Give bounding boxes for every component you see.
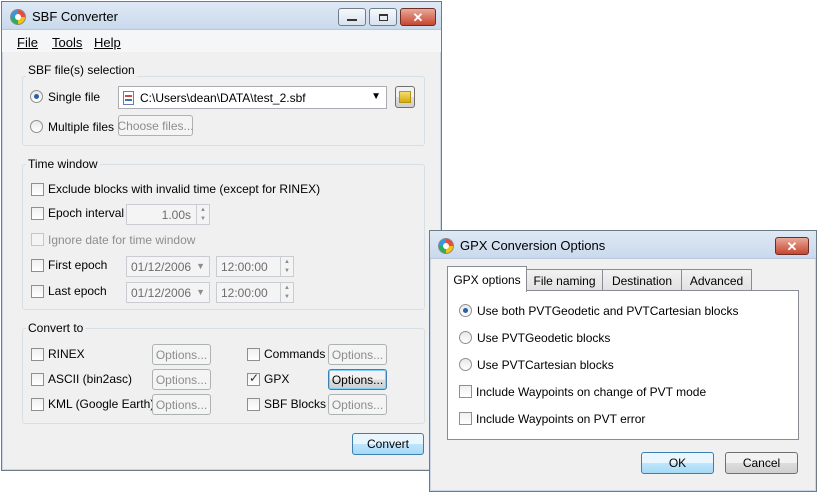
kml-options-button[interactable]: Options... — [152, 394, 211, 415]
minimize-button[interactable] — [338, 8, 366, 26]
waypoints-pvt-error-label[interactable]: Include Waypoints on PVT error — [476, 412, 645, 426]
browse-button[interactable] — [395, 86, 415, 108]
menu-tools[interactable]: Tools — [52, 35, 82, 50]
close-icon: ✕ — [786, 238, 798, 254]
chevron-down-icon: ▼ — [371, 91, 381, 102]
menu-file[interactable]: File — [17, 35, 38, 50]
last-epoch-date-value: 01/12/2006 — [131, 285, 192, 300]
kml-checkbox[interactable] — [31, 398, 44, 411]
maximize-icon — [378, 13, 388, 21]
epoch-interval-label[interactable]: Epoch interval — [48, 206, 124, 220]
menu-help[interactable]: Help — [94, 35, 121, 50]
window-title: SBF Converter — [32, 9, 118, 24]
use-both-blocks-label[interactable]: Use both PVTGeodetic and PVTCartesian bl… — [477, 304, 738, 318]
use-cartesian-radio[interactable] — [459, 358, 472, 371]
exclude-invalid-time-checkbox[interactable] — [31, 183, 44, 196]
exclude-invalid-time-label[interactable]: Exclude blocks with invalid time (except… — [48, 182, 320, 196]
use-both-blocks-radio[interactable] — [459, 304, 472, 317]
dialog-title: GPX Conversion Options — [460, 238, 606, 253]
ignore-date-checkbox[interactable] — [31, 233, 44, 246]
close-button[interactable]: ✕ — [400, 8, 436, 26]
tab-advanced-label: Advanced — [689, 273, 744, 288]
sbf-blocks-options-button[interactable]: Options... — [328, 394, 387, 415]
gpx-label[interactable]: GPX — [264, 372, 289, 386]
sbf-blocks-checkbox[interactable] — [247, 398, 260, 411]
single-file-radio[interactable] — [30, 90, 43, 103]
multiple-files-radio[interactable] — [30, 120, 43, 133]
menu-bar: File Tools Help — [2, 30, 441, 52]
last-epoch-time-spinbox[interactable]: 12:00:00 ▲ ▼ — [216, 282, 294, 303]
file-path-combobox[interactable]: C:\Users\dean\DATA\test_2.sbf ▼ — [118, 86, 387, 109]
sbf-blocks-label[interactable]: SBF Blocks — [264, 397, 326, 411]
tab-destination-label: Destination — [611, 273, 673, 288]
sbf-file-icon — [123, 90, 134, 105]
first-epoch-time-value: 12:00:00 — [221, 259, 268, 274]
commands-options-button[interactable]: Options... — [328, 344, 387, 365]
dialog-close-button[interactable]: ✕ — [775, 237, 809, 255]
rinex-checkbox[interactable] — [31, 348, 44, 361]
last-epoch-checkbox[interactable] — [31, 285, 44, 298]
rinex-label[interactable]: RINEX — [48, 347, 85, 361]
last-epoch-date-picker[interactable]: 01/12/2006 ▼ — [126, 282, 210, 303]
gpx-options-button[interactable]: Options... — [328, 369, 387, 390]
sbf-selection-group-label: SBF file(s) selection — [26, 63, 137, 77]
title-bar[interactable]: SBF Converter ✕ — [2, 2, 441, 30]
spin-arrows-icon: ▲ ▼ — [280, 257, 293, 276]
single-file-label[interactable]: Single file — [48, 90, 100, 104]
ascii-checkbox[interactable] — [31, 373, 44, 386]
tab-gpx-options-label: GPX options — [453, 272, 521, 287]
epoch-interval-value: 1.00s — [161, 207, 191, 222]
ascii-options-button[interactable]: Options... — [152, 369, 211, 390]
first-epoch-date-picker[interactable]: 01/12/2006 ▼ — [126, 256, 210, 277]
folder-icon — [399, 91, 411, 103]
ascii-label[interactable]: ASCII (bin2asc) — [48, 372, 132, 386]
use-cartesian-label[interactable]: Use PVTCartesian blocks — [477, 358, 614, 372]
app-icon — [10, 9, 26, 25]
convert-to-group-label: Convert to — [26, 321, 86, 335]
epoch-interval-spinbox[interactable]: 1.00s ▲ ▼ — [126, 204, 210, 225]
choose-files-button[interactable]: Choose files... — [117, 115, 194, 136]
gpx-options-pane: Use both PVTGeodetic and PVTCartesian bl… — [447, 290, 799, 440]
tab-gpx-options[interactable]: GPX options — [447, 266, 527, 292]
tab-file-naming-label: File naming — [533, 273, 596, 288]
waypoints-pvt-error-checkbox[interactable] — [459, 412, 472, 425]
time-window-group-label: Time window — [26, 157, 100, 171]
convert-button[interactable]: Convert — [352, 433, 424, 455]
rinex-options-button[interactable]: Options... — [152, 344, 211, 365]
tab-advanced[interactable]: Advanced — [681, 269, 752, 291]
file-path-value: C:\Users\dean\DATA\test_2.sbf — [140, 90, 306, 105]
ignore-date-label[interactable]: Ignore date for time window — [48, 233, 195, 247]
commands-label[interactable]: Commands — [264, 347, 325, 361]
app-icon — [438, 238, 454, 254]
commands-checkbox[interactable] — [247, 348, 260, 361]
use-geodetic-radio[interactable] — [459, 331, 472, 344]
epoch-interval-checkbox[interactable] — [31, 207, 44, 220]
tab-destination[interactable]: Destination — [602, 269, 682, 291]
last-epoch-time-value: 12:00:00 — [221, 285, 268, 300]
multiple-files-label[interactable]: Multiple files — [48, 120, 114, 134]
first-epoch-label[interactable]: First epoch — [48, 258, 107, 272]
kml-label[interactable]: KML (Google Earth) — [48, 397, 154, 411]
gpx-checkbox[interactable] — [247, 371, 260, 386]
first-epoch-date-value: 01/12/2006 — [131, 259, 192, 274]
last-epoch-label[interactable]: Last epoch — [48, 284, 107, 298]
sbf-converter-window: SBF Converter ✕ File Tools Help SBF file… — [1, 1, 442, 471]
first-epoch-checkbox[interactable] — [31, 259, 44, 272]
chevron-down-icon: ▼ — [196, 261, 205, 271]
waypoints-pvt-mode-label[interactable]: Include Waypoints on change of PVT mode — [476, 385, 706, 399]
waypoints-pvt-mode-checkbox[interactable] — [459, 385, 472, 398]
spin-arrows-icon: ▲ ▼ — [196, 205, 209, 224]
ok-button[interactable]: OK — [641, 452, 714, 474]
close-icon: ✕ — [412, 9, 424, 25]
first-epoch-time-spinbox[interactable]: 12:00:00 ▲ ▼ — [216, 256, 294, 277]
tab-file-naming[interactable]: File naming — [526, 269, 603, 291]
chevron-down-icon: ▼ — [196, 287, 205, 297]
maximize-button[interactable] — [369, 8, 397, 26]
dialog-title-bar[interactable]: GPX Conversion Options ✕ — [430, 231, 816, 259]
use-geodetic-label[interactable]: Use PVTGeodetic blocks — [477, 331, 610, 345]
minimize-icon — [347, 19, 357, 21]
cancel-button[interactable]: Cancel — [725, 452, 798, 474]
spin-arrows-icon: ▲ ▼ — [280, 283, 293, 302]
